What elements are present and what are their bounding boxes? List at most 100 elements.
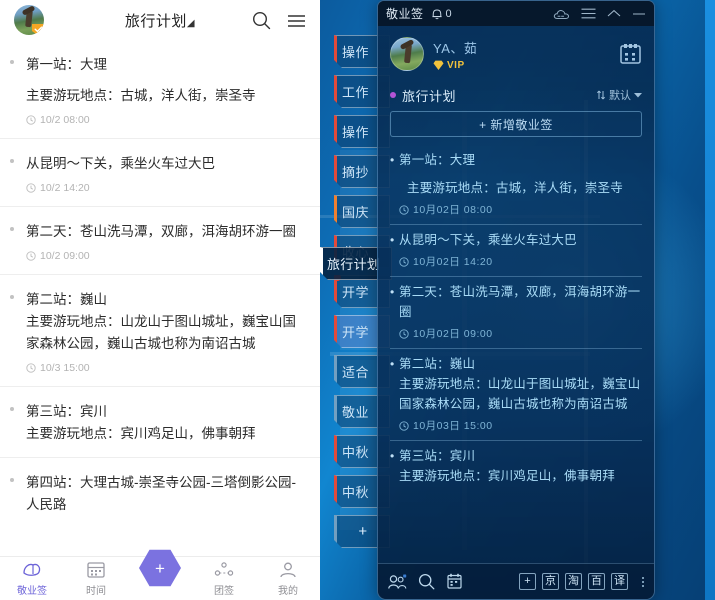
more-vertical-icon[interactable] bbox=[642, 576, 644, 587]
minimize-icon[interactable] bbox=[632, 9, 646, 18]
bullet-icon bbox=[10, 60, 14, 64]
vip-badge: VIP bbox=[433, 60, 477, 71]
list-item-time: 10/2 14:20 bbox=[16, 182, 304, 194]
chevron-up-icon[interactable] bbox=[607, 9, 621, 18]
tab-label: 团签 bbox=[214, 586, 234, 597]
quick-link-button[interactable]: 译 bbox=[611, 573, 628, 590]
sidebar-note-tab-label: 开学 bbox=[342, 325, 370, 340]
title-caret-icon: ◢ bbox=[186, 17, 196, 29]
sidebar-note-tab-label: 国庆 bbox=[342, 205, 370, 220]
menu-icon[interactable] bbox=[287, 13, 306, 28]
list-item[interactable]: 第四站：大理古城-崇圣寺公园-三塔倒影公园-人民路 bbox=[0, 458, 320, 528]
sidebar-note-tab-label: 操作 bbox=[342, 125, 370, 140]
list-item-subtitle: 主要游玩地点：宾川鸡足山，佛事朝拜 bbox=[399, 469, 615, 483]
window-bottom-toolbar: + 京淘百译 bbox=[378, 563, 654, 599]
cloud-icon[interactable] bbox=[553, 8, 570, 20]
mobile-header: 旅行计划◢ bbox=[0, 0, 320, 40]
sort-selector[interactable]: 默认 bbox=[596, 87, 642, 103]
window-titlebar: 敬业签 0 bbox=[378, 1, 654, 26]
time-text: 10/2 09:00 bbox=[40, 250, 90, 262]
search-icon[interactable] bbox=[418, 573, 435, 590]
contacts-icon[interactable] bbox=[388, 574, 407, 590]
tab-time[interactable]: 时间 bbox=[64, 557, 128, 597]
page-title-text: 旅行计划 bbox=[124, 12, 187, 30]
list-item[interactable]: • 第三站：宾川 主要游玩地点：宾川鸡足山，佛事朝拜 bbox=[390, 441, 642, 493]
sidebar-note-tab-label: 旅行计划 bbox=[327, 257, 381, 272]
window-user-row: YA、茹 VIP bbox=[378, 26, 654, 82]
sidebar-note-tab-label: 工作 bbox=[342, 85, 370, 100]
tab-mine[interactable]: 我的 bbox=[256, 557, 320, 597]
tab-jingyeqian[interactable]: 敬业签 bbox=[0, 557, 64, 597]
user-name: YA、茹 bbox=[433, 40, 478, 56]
list-item[interactable]: • 第一站：大理 主要游玩地点：古城，洋人街，崇圣寺 10月02日 08:00 bbox=[390, 145, 642, 225]
list-item-title: 第三站：宾川 bbox=[399, 449, 476, 463]
desktop-right-edge bbox=[705, 0, 715, 600]
bullet-icon: • bbox=[390, 285, 395, 299]
clock-icon bbox=[26, 251, 36, 261]
sort-icon bbox=[597, 90, 605, 100]
clock-icon bbox=[26, 115, 36, 125]
time-text: 10/3 15:00 bbox=[40, 362, 90, 374]
time-text: 10月02日 09:00 bbox=[413, 328, 493, 340]
list-item-title: 第二天：苍山洗马潭，双廊，洱海胡环游一圈 bbox=[26, 224, 296, 239]
search-icon[interactable] bbox=[252, 11, 271, 30]
list-item[interactable]: • 从昆明～下关，乘坐火车过大巴 10月02日 14:20 bbox=[390, 225, 642, 277]
list-item[interactable]: • 第二天：苍山洗马潭，双廊，洱海胡环游一圈 10月02日 09:00 bbox=[390, 277, 642, 349]
list-item-time: 10/3 15:00 bbox=[16, 362, 304, 374]
sidebar-note-tab-label: 摘抄 bbox=[342, 165, 370, 180]
menu-icon[interactable] bbox=[581, 8, 596, 19]
quick-link-button[interactable]: + bbox=[519, 573, 536, 590]
clock-icon bbox=[399, 328, 409, 339]
user-avatar[interactable] bbox=[390, 37, 424, 71]
category-color-dot bbox=[390, 92, 396, 98]
calendar-icon[interactable] bbox=[619, 43, 642, 65]
mobile-tabbar: 敬业签 时间 + 团签 我的 bbox=[0, 549, 320, 600]
list-item[interactable]: 第一站：大理 主要游玩地点：古城，洋人街，崇圣寺 10/2 08:00 bbox=[0, 40, 320, 139]
list-item-title: 第三站：宾川 bbox=[26, 404, 107, 419]
quick-link-button[interactable]: 淘 bbox=[565, 573, 582, 590]
bullet-icon bbox=[10, 407, 14, 411]
window-note-list[interactable]: • 第一站：大理 主要游玩地点：古城，洋人街，崇圣寺 10月02日 08:00 • 从昆明… bbox=[378, 145, 654, 563]
list-item[interactable]: 第二天：苍山洗马潭，双廊，洱海胡环游一圈 10/2 09:00 bbox=[0, 207, 320, 275]
mobile-app-panel: 旅行计划◢ 第一站：大理 主要游玩地点：古城，洋人街，崇圣寺 10/2 08:00 从… bbox=[0, 0, 320, 600]
list-item-subtitle: 主要游玩地点：宾川鸡足山，佛事朝拜 bbox=[26, 426, 256, 441]
group-icon bbox=[214, 562, 234, 576]
vip-label: VIP bbox=[447, 59, 465, 71]
list-item-time: 10/2 09:00 bbox=[16, 250, 304, 262]
sidebar-note-tab-label: 开学 bbox=[342, 285, 370, 300]
avatar[interactable] bbox=[14, 5, 44, 35]
add-note-button[interactable]: + 新增敬业签 bbox=[390, 111, 642, 137]
sidebar-note-tab-label: 操作 bbox=[342, 45, 370, 60]
mobile-note-list[interactable]: 第一站：大理 主要游玩地点：古城，洋人街，崇圣寺 10/2 08:00 从昆明～下关，… bbox=[0, 40, 320, 556]
list-item[interactable]: 第二站：巍山 主要游玩地点：山龙山于图山城址，巍宝山国家森林公园，巍山古城也称为南… bbox=[0, 275, 320, 387]
calendar-icon[interactable] bbox=[446, 573, 463, 590]
quick-link-button[interactable]: 京 bbox=[542, 573, 559, 590]
clock-icon bbox=[26, 363, 36, 373]
list-item-subtitle: 主要游玩地点：古城，洋人街，崇圣寺 bbox=[26, 88, 256, 103]
list-item-subtitle: 主要游玩地点：山龙山于图山城址，巍宝山国家森林公园，巍山古城也称为南诏古城 bbox=[399, 377, 641, 411]
list-item-title: 第二站：巍山 bbox=[26, 292, 107, 307]
notification-button[interactable]: 0 bbox=[431, 7, 452, 20]
clock-icon bbox=[399, 420, 409, 431]
sort-label: 默认 bbox=[609, 90, 631, 102]
clock-icon bbox=[399, 256, 409, 267]
quick-link-buttons[interactable]: + 京淘百译 bbox=[519, 573, 628, 590]
list-item[interactable]: • 第二站：巍山 主要游玩地点：山龙山于图山城址，巍宝山国家森林公园，巍山古城也称为… bbox=[390, 349, 642, 441]
clock-icon bbox=[26, 183, 36, 193]
category-row: 旅行计划 默认 bbox=[378, 82, 654, 108]
list-item[interactable]: 第三站：宾川主要游玩地点：宾川鸡足山，佛事朝拜 bbox=[0, 387, 320, 458]
sidebar-note-tab-label: 适合 bbox=[342, 365, 370, 380]
list-item-title: 第四站：大理古城-崇圣寺公园-三塔倒影公园-人民路 bbox=[26, 475, 296, 512]
chevron-down-icon bbox=[634, 93, 642, 98]
list-item[interactable]: 从昆明～下关，乘坐火车过大巴 10/2 14:20 bbox=[0, 139, 320, 207]
note-icon bbox=[23, 563, 41, 576]
tab-label: 我的 bbox=[278, 586, 298, 597]
category-name[interactable]: 旅行计划 bbox=[402, 86, 456, 105]
quick-link-button[interactable]: 百 bbox=[588, 573, 605, 590]
list-item-subtitle: 主要游玩地点：古城，洋人街，崇圣寺 bbox=[407, 181, 623, 195]
tab-group[interactable]: 团签 bbox=[192, 557, 256, 597]
app-brand-label: 敬业签 bbox=[386, 7, 424, 21]
list-item-time: 10月03日 15:00 bbox=[390, 418, 642, 433]
list-item-title: 从昆明～下关，乘坐火车过大巴 bbox=[26, 156, 215, 171]
time-text: 10月02日 14:20 bbox=[413, 256, 493, 268]
